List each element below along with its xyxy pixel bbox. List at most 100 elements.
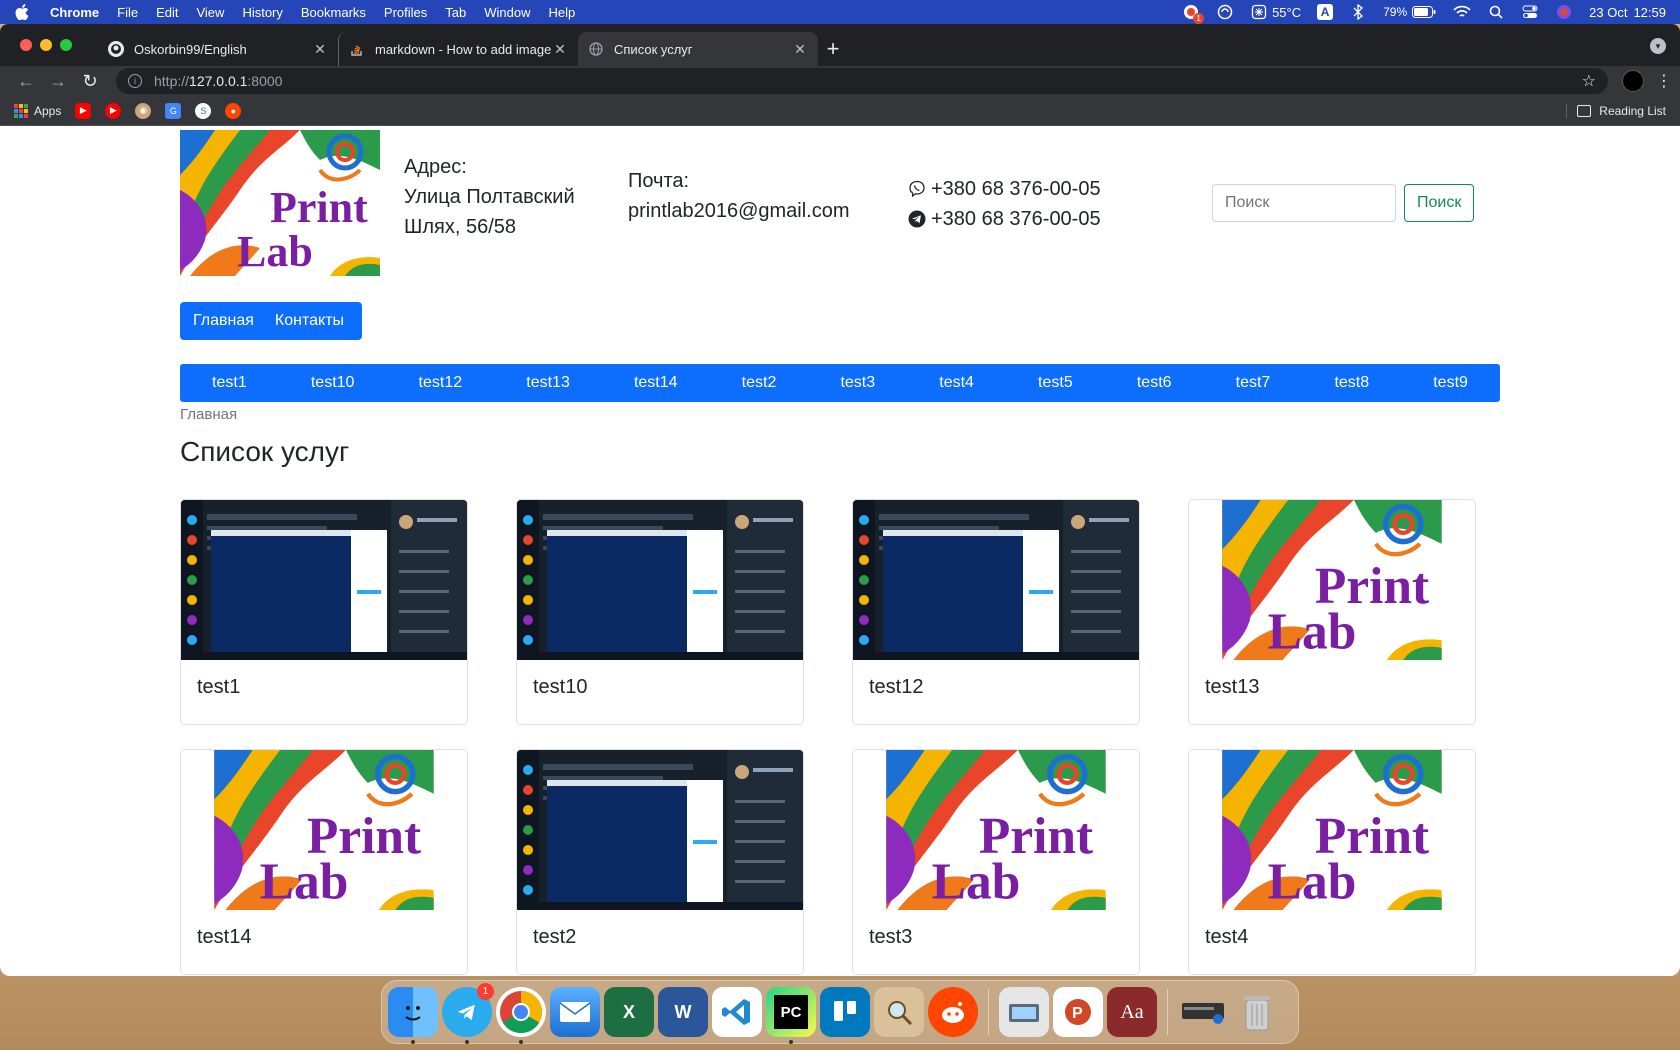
- vscode-icon[interactable]: [712, 987, 762, 1037]
- excel-icon[interactable]: X: [604, 987, 654, 1037]
- service-card[interactable]: test10: [516, 499, 804, 725]
- close-icon[interactable]: ✕: [792, 41, 808, 58]
- nav-contacts-link[interactable]: Контакты: [267, 312, 357, 330]
- card-title[interactable]: test3: [869, 926, 912, 949]
- service-card[interactable]: Print Lab test14: [180, 749, 468, 975]
- nav-home-link[interactable]: Главная: [185, 312, 267, 330]
- close-window-button[interactable]: [20, 39, 32, 51]
- menu-tab[interactable]: Tab: [445, 5, 466, 20]
- menu-file[interactable]: File: [117, 5, 138, 20]
- word-icon[interactable]: W: [658, 987, 708, 1037]
- service-card[interactable]: test2: [516, 749, 804, 975]
- bookmark-apps[interactable]: Apps: [14, 103, 61, 118]
- menu-history[interactable]: History: [242, 5, 282, 20]
- siri-icon[interactable]: [1555, 4, 1573, 20]
- tab-services-list[interactable]: Список услуг ✕: [578, 32, 818, 66]
- dictionary-icon[interactable]: Aa: [1107, 987, 1157, 1037]
- bookmark-star-icon[interactable]: ☆: [1582, 71, 1596, 91]
- category-link-test13[interactable]: test13: [526, 374, 570, 392]
- battery-icon[interactable]: [1411, 4, 1437, 20]
- menu-help[interactable]: Help: [549, 5, 576, 20]
- category-link-test10[interactable]: test10: [311, 374, 355, 392]
- more-options-icon[interactable]: ⋮: [1656, 71, 1672, 91]
- email-value[interactable]: printlab2016@gmail.com: [628, 196, 850, 226]
- reddit-icon[interactable]: [928, 987, 978, 1037]
- preview-icon[interactable]: [874, 987, 924, 1037]
- service-card[interactable]: test1: [180, 499, 468, 725]
- menu-app-name[interactable]: Chrome: [50, 5, 99, 20]
- category-link-test1[interactable]: test1: [212, 374, 247, 392]
- bookmark-youtube[interactable]: ▶: [75, 102, 92, 119]
- tab-stackoverflow[interactable]: markdown - How to add image ✕: [338, 32, 578, 66]
- card-title[interactable]: test1: [197, 676, 240, 699]
- downloads-stack-icon[interactable]: [1178, 987, 1228, 1037]
- card-title[interactable]: test12: [869, 676, 923, 699]
- category-link-test3[interactable]: test3: [840, 374, 875, 392]
- minimize-window-button[interactable]: [40, 39, 52, 51]
- category-link-test7[interactable]: test7: [1236, 374, 1271, 392]
- trash-icon[interactable]: [1232, 987, 1282, 1037]
- card-title[interactable]: test2: [533, 926, 576, 949]
- service-card[interactable]: test12: [852, 499, 1140, 725]
- image-capture-icon[interactable]: [999, 987, 1049, 1037]
- trello-icon[interactable]: [820, 987, 870, 1037]
- service-card[interactable]: Print Lab test13: [1188, 499, 1476, 725]
- site-info-icon[interactable]: i: [128, 74, 142, 88]
- new-tab-button[interactable]: +: [818, 32, 848, 66]
- menu-bookmarks[interactable]: Bookmarks: [301, 5, 366, 20]
- control-center-icon[interactable]: [1521, 4, 1539, 20]
- search-input[interactable]: [1212, 184, 1396, 222]
- forward-arrow-icon[interactable]: →: [46, 71, 70, 92]
- mail-icon[interactable]: [550, 987, 600, 1037]
- category-link-test14[interactable]: test14: [634, 374, 678, 392]
- category-link-test4[interactable]: test4: [939, 374, 974, 392]
- finder-icon[interactable]: [388, 987, 438, 1044]
- menu-edit[interactable]: Edit: [156, 5, 178, 20]
- category-link-test12[interactable]: test12: [419, 374, 463, 392]
- phone-viber[interactable]: +380 68 376-00-05: [907, 174, 1101, 204]
- notification-app-icon[interactable]: 1: [1182, 4, 1205, 24]
- card-title[interactable]: test10: [533, 676, 587, 699]
- input-source-icon[interactable]: A: [1317, 4, 1334, 20]
- zoom-window-button[interactable]: [60, 39, 72, 51]
- temperature-icon[interactable]: [1250, 4, 1268, 20]
- bookmark-google-translate[interactable]: G: [165, 102, 182, 119]
- bookmark-youtube-music[interactable]: ▶: [105, 102, 122, 119]
- category-link-test8[interactable]: test8: [1334, 374, 1369, 392]
- chrome-icon[interactable]: [496, 987, 546, 1044]
- wifi-icon[interactable]: [1453, 4, 1471, 20]
- telegram-icon[interactable]: 1: [442, 983, 494, 1044]
- phone-telegram[interactable]: +380 68 376-00-05: [907, 204, 1101, 234]
- powerpoint-icon[interactable]: P: [1053, 987, 1103, 1037]
- category-link-test2[interactable]: test2: [742, 374, 777, 392]
- search-button[interactable]: Поиск: [1404, 184, 1475, 222]
- site-logo[interactable]: Print Lab: [180, 130, 380, 276]
- card-title[interactable]: test13: [1205, 676, 1259, 699]
- sync-icon[interactable]: [1216, 4, 1234, 20]
- menu-profiles[interactable]: Profiles: [384, 5, 427, 20]
- apple-menu-icon[interactable]: [14, 4, 30, 20]
- pycharm-icon[interactable]: PC: [766, 987, 816, 1044]
- tab-search-icon[interactable]: ▾: [1650, 38, 1666, 54]
- reading-list-button[interactable]: Reading List: [1566, 103, 1666, 118]
- address-bar[interactable]: i http://127.0.0.1:8000 ☆: [116, 68, 1608, 94]
- profile-avatar[interactable]: [1622, 70, 1644, 92]
- bluetooth-icon[interactable]: [1349, 4, 1367, 20]
- back-arrow-icon[interactable]: ←: [14, 71, 38, 92]
- menu-window[interactable]: Window: [484, 5, 530, 20]
- card-title[interactable]: test14: [197, 926, 251, 949]
- card-title[interactable]: test4: [1205, 926, 1248, 949]
- bookmark-translate-app[interactable]: ◉: [135, 102, 152, 119]
- category-link-test9[interactable]: test9: [1433, 374, 1468, 392]
- breadcrumb[interactable]: Главная: [180, 406, 237, 423]
- bookmark-reddit[interactable]: ●: [225, 102, 242, 119]
- close-icon[interactable]: ✕: [312, 41, 328, 58]
- category-link-test6[interactable]: test6: [1137, 374, 1172, 392]
- bookmark-skype[interactable]: S: [195, 102, 212, 119]
- service-card[interactable]: Print Lab test3: [852, 749, 1140, 975]
- spotlight-search-icon[interactable]: [1487, 4, 1505, 20]
- tab-github[interactable]: Oskorbin99/English ✕: [98, 32, 338, 66]
- service-card[interactable]: Print Lab test4: [1188, 749, 1476, 975]
- category-link-test5[interactable]: test5: [1038, 374, 1073, 392]
- menu-view[interactable]: View: [196, 5, 224, 20]
